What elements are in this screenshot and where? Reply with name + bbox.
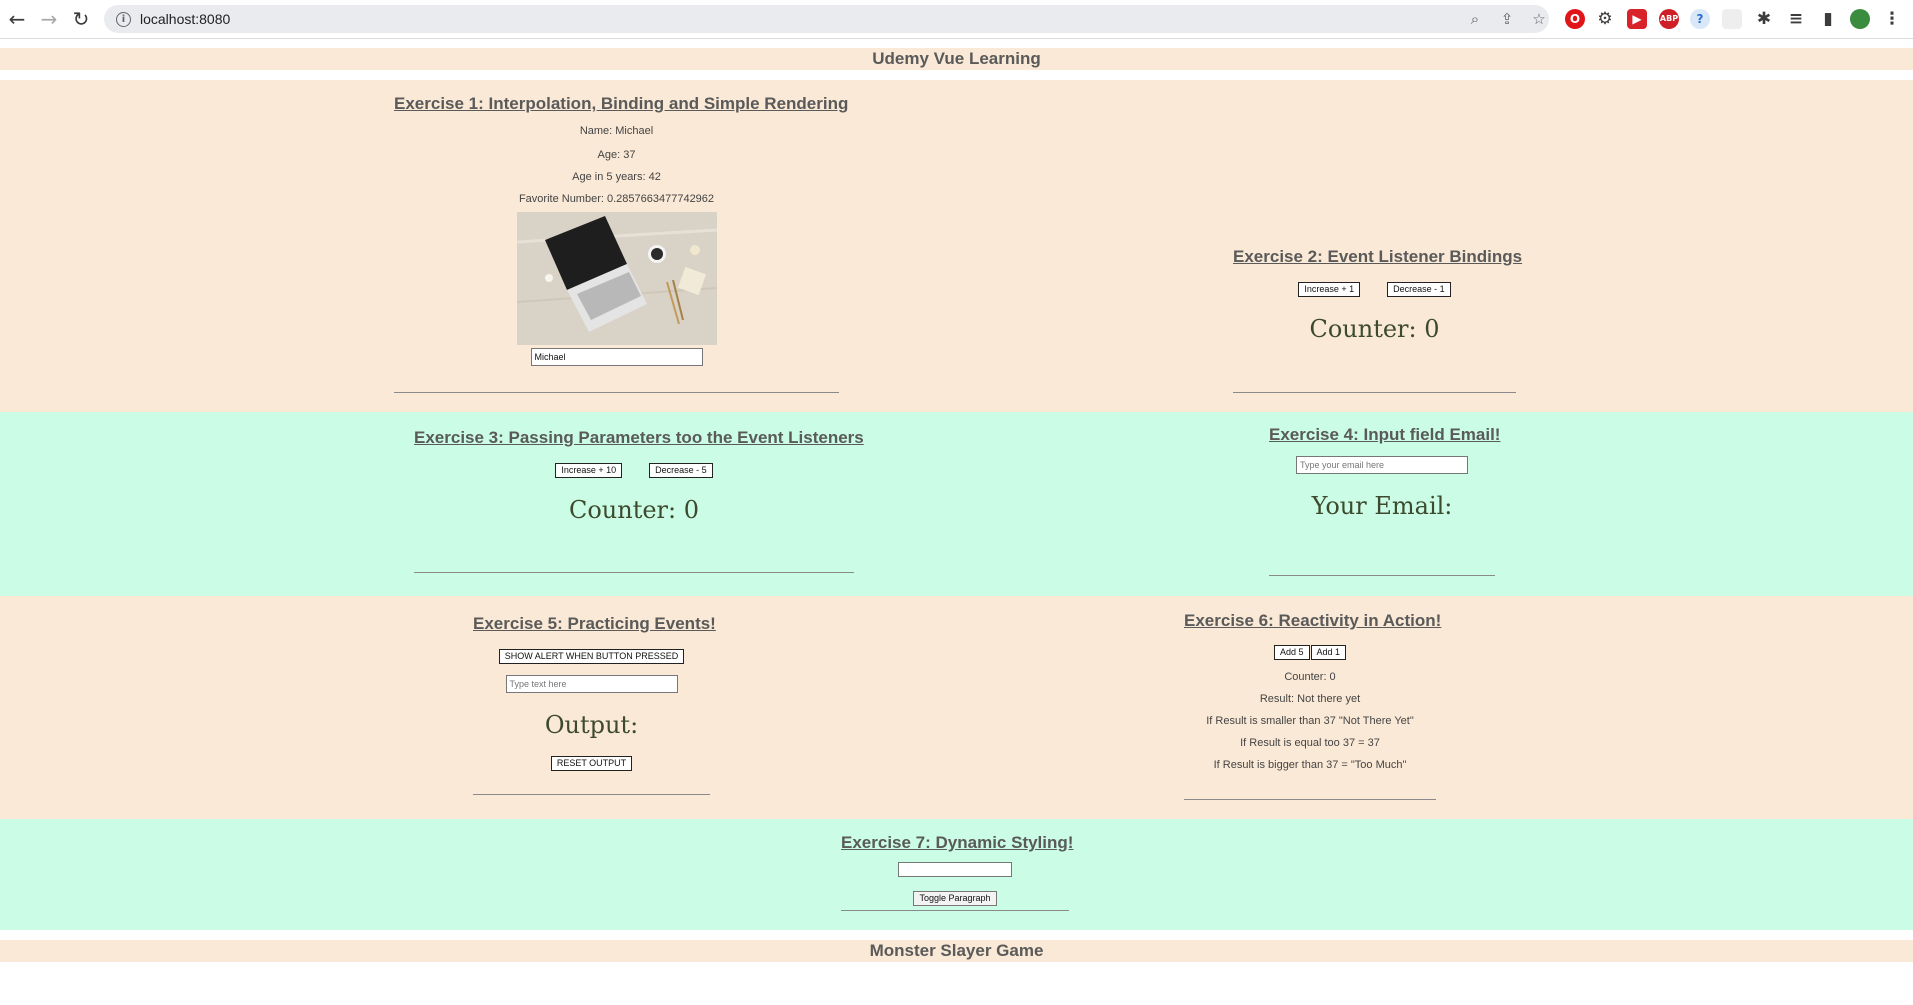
site-info-icon[interactable]: i: [116, 12, 131, 27]
exercise-6-counter: Counter: 0: [1284, 671, 1336, 683]
reset-output-button[interactable]: RESET OUTPUT: [550, 756, 633, 771]
exercise-1: Exercise 1: Interpolation, Binding and S…: [394, 94, 849, 394]
browser-toolbar: ← → ↻ i localhost:8080 ⌕ ⇪ ☆ O ⚙ ▶ ABP ?…: [0, 0, 1913, 39]
decrease-1-button[interactable]: Decrease - 1: [1387, 282, 1451, 297]
puzzle-extensions-icon[interactable]: ✱: [1754, 9, 1774, 29]
your-email-label: Your Email:: [1311, 492, 1453, 520]
menu-kebab-icon[interactable]: ⋮: [1882, 9, 1902, 29]
row-exercises-3-4: [0, 412, 1913, 596]
exercise-2-counter: Counter: 0: [1309, 315, 1440, 343]
exercise-5-title: Exercise 5: Practicing Events!: [473, 614, 716, 633]
add-5-button[interactable]: Add 5: [1273, 645, 1310, 660]
increase-1-button[interactable]: Increase + 1: [1298, 282, 1361, 297]
laptop-photo: [516, 212, 717, 345]
age-line: Age: 37: [597, 149, 636, 161]
name-line: Name: Michael: [579, 125, 654, 137]
age-in-5-line: Age in 5 years: 42: [572, 171, 661, 183]
zoom-icon[interactable]: ⌕: [1466, 10, 1484, 28]
exercise-6-divider: [1184, 799, 1436, 800]
address-bar[interactable]: i localhost:8080 ⌕ ⇪ ☆: [104, 5, 1549, 33]
gear-extension-icon[interactable]: ⚙: [1595, 9, 1615, 29]
exercise-6: Exercise 6: Reactivity in Action! Add 5A…: [1184, 611, 1442, 801]
exercise-5: Exercise 5: Practicing Events! SHOW ALER…: [473, 614, 716, 796]
profile-avatar-icon[interactable]: [1850, 9, 1870, 29]
result-line: Result: Not there yet: [1259, 693, 1361, 705]
add-1-button[interactable]: Add 1: [1310, 645, 1347, 660]
name-input[interactable]: Michael: [530, 348, 703, 366]
text-input[interactable]: Type text here: [505, 675, 678, 693]
output-label: Output:: [544, 711, 639, 739]
copy-extension-icon[interactable]: ?: [1690, 9, 1710, 29]
rule-bigger: If Result is bigger than 37 = "Too Much": [1213, 759, 1407, 771]
media-queue-icon[interactable]: ≡: [1786, 9, 1806, 29]
adblock-extension-icon[interactable]: ABP: [1659, 9, 1679, 29]
monster-slayer-header: Monster Slayer Game: [0, 940, 1913, 962]
favorite-number-line: Favorite Number: 0.2857663477742962: [518, 193, 715, 205]
exercise-7: Exercise 7: Dynamic Styling! Toggle Para…: [841, 833, 1074, 912]
email-input[interactable]: Type your email here: [1296, 456, 1468, 474]
reload-icon[interactable]: ↻: [70, 8, 92, 30]
exercise-4-title: Exercise 4: Input field Email!: [1269, 425, 1501, 444]
exercise-2-divider: [1233, 392, 1516, 393]
back-icon[interactable]: ←: [6, 8, 28, 30]
toggle-paragraph-button[interactable]: Toggle Paragraph: [913, 891, 997, 906]
exercise-1-title: Exercise 1: Interpolation, Binding and S…: [394, 94, 849, 113]
laptop-image: [516, 212, 717, 345]
rule-smaller: If Result is smaller than 37 "Not There …: [1206, 715, 1414, 727]
exercise-7-title: Exercise 7: Dynamic Styling!: [841, 833, 1074, 852]
exercise-5-divider: [473, 794, 710, 795]
rule-equal: If Result is equal too 37 = 37: [1240, 737, 1380, 749]
exercise-3-title: Exercise 3: Passing Parameters too the E…: [414, 428, 864, 447]
row-exercises-1-2: [0, 80, 1913, 412]
exercise-1-divider: [394, 392, 839, 393]
increase-10-button[interactable]: Increase + 10: [555, 463, 623, 478]
site-header: Udemy Vue Learning: [0, 48, 1913, 70]
forward-icon[interactable]: →: [38, 8, 60, 30]
opera-extension-icon[interactable]: O: [1565, 9, 1585, 29]
video-extension-icon[interactable]: ▶: [1627, 9, 1647, 29]
row-exercises-5-6: [0, 596, 1913, 819]
exercise-4: Exercise 4: Input field Email! Type your…: [1269, 425, 1501, 577]
exercise-3-counter: Counter: 0: [568, 496, 700, 524]
exercise-7-divider: [841, 910, 1069, 911]
url-text: localhost:8080: [140, 11, 231, 27]
exercise-3-divider: [414, 572, 854, 573]
exercise-4-divider: [1269, 575, 1495, 576]
bookmark-star-icon[interactable]: ☆: [1530, 10, 1548, 28]
show-alert-button[interactable]: SHOW ALERT WHEN BUTTON PRESSED: [498, 649, 685, 664]
exercise-2: Exercise 2: Event Listener Bindings Incr…: [1233, 247, 1523, 394]
exercise-3: Exercise 3: Passing Parameters too the E…: [414, 428, 864, 574]
blank-extension-icon[interactable]: [1722, 9, 1742, 29]
exercise-6-title: Exercise 6: Reactivity in Action!: [1184, 611, 1442, 630]
style-class-input[interactable]: [898, 862, 1012, 877]
exercise-2-title: Exercise 2: Event Listener Bindings: [1233, 247, 1523, 266]
share-icon[interactable]: ⇪: [1498, 10, 1516, 28]
side-panel-icon[interactable]: ▮: [1818, 9, 1838, 29]
decrease-5-button[interactable]: Decrease - 5: [649, 463, 713, 478]
